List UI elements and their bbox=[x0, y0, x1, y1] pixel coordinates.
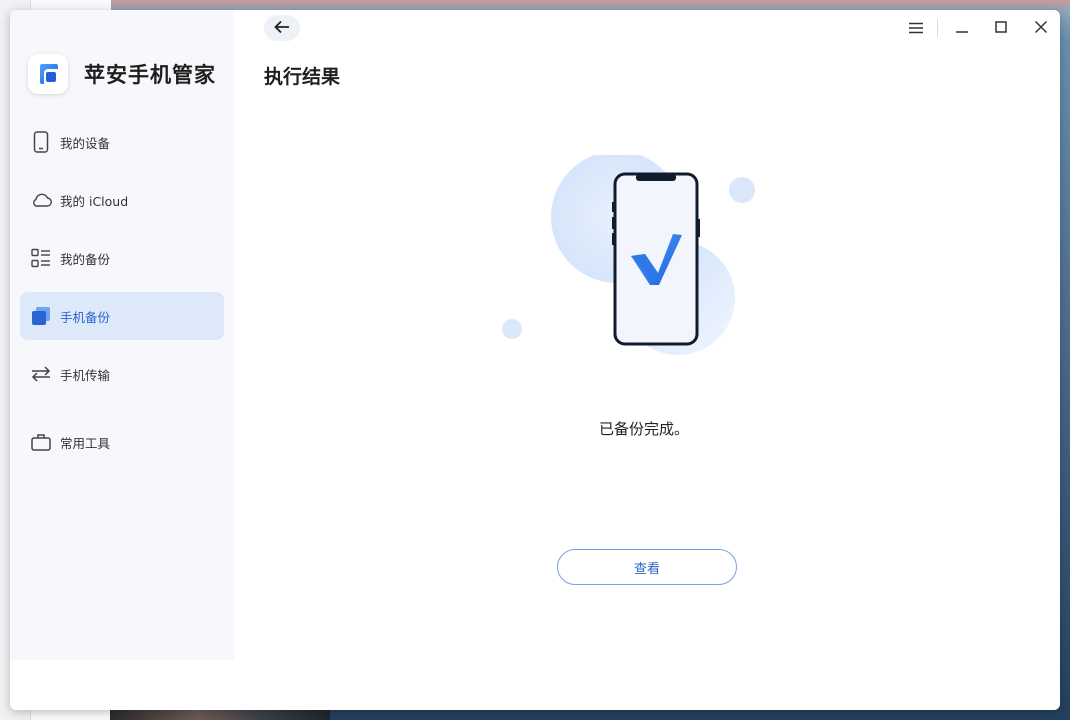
menu-button[interactable] bbox=[902, 16, 930, 40]
minimize-icon bbox=[955, 19, 969, 38]
window-controls-divider bbox=[937, 19, 938, 37]
toolbox-icon bbox=[30, 431, 52, 453]
sidebar-item-my-icloud[interactable]: 我的 iCloud bbox=[20, 176, 224, 224]
view-button[interactable]: 查看 bbox=[557, 549, 737, 585]
sidebar-item-label: 我的 iCloud bbox=[60, 193, 129, 209]
sidebar-item-phone-transfer[interactable]: 手机传输 bbox=[20, 350, 224, 398]
sidebar-item-phone-backup[interactable]: 手机备份 bbox=[20, 292, 224, 340]
backup-icon bbox=[30, 305, 52, 327]
phone-check-icon bbox=[480, 151, 780, 365]
sidebar: 苹安手机管家 我的设备 我的 iCloud 我的备份 手机备份 手机传输 常用工… bbox=[10, 10, 234, 660]
maximize-button[interactable] bbox=[987, 16, 1015, 40]
back-button[interactable] bbox=[264, 15, 300, 41]
sidebar-item-label: 手机备份 bbox=[60, 309, 111, 325]
list-icon bbox=[30, 247, 52, 269]
sidebar-item-my-backup[interactable]: 我的备份 bbox=[20, 234, 224, 282]
sidebar-item-common-tools[interactable]: 常用工具 bbox=[20, 418, 224, 466]
app-window: 苹安手机管家 我的设备 我的 iCloud 我的备份 手机备份 手机传输 常用工… bbox=[10, 10, 1060, 710]
sidebar-item-label: 我的备份 bbox=[60, 251, 111, 267]
minimize-button[interactable] bbox=[948, 16, 976, 40]
transfer-icon bbox=[30, 363, 52, 385]
arrow-left-icon bbox=[274, 19, 290, 38]
sidebar-item-label: 我的设备 bbox=[60, 135, 111, 151]
maximize-icon bbox=[994, 19, 1008, 38]
result-message: 已备份完成。 bbox=[599, 420, 690, 438]
app-logo-icon bbox=[28, 54, 68, 94]
sidebar-item-my-device[interactable]: 我的设备 bbox=[20, 118, 224, 166]
sidebar-item-label: 手机传输 bbox=[60, 367, 111, 383]
close-button[interactable] bbox=[1027, 16, 1055, 40]
phone-icon bbox=[30, 131, 52, 153]
brand: 苹安手机管家 bbox=[28, 52, 216, 96]
menu-icon bbox=[909, 19, 923, 38]
close-icon bbox=[1034, 19, 1048, 38]
cloud-icon bbox=[30, 189, 52, 211]
page-title: 执行结果 bbox=[264, 66, 341, 88]
sidebar-item-label: 常用工具 bbox=[60, 435, 111, 451]
app-name: 苹安手机管家 bbox=[84, 63, 216, 87]
